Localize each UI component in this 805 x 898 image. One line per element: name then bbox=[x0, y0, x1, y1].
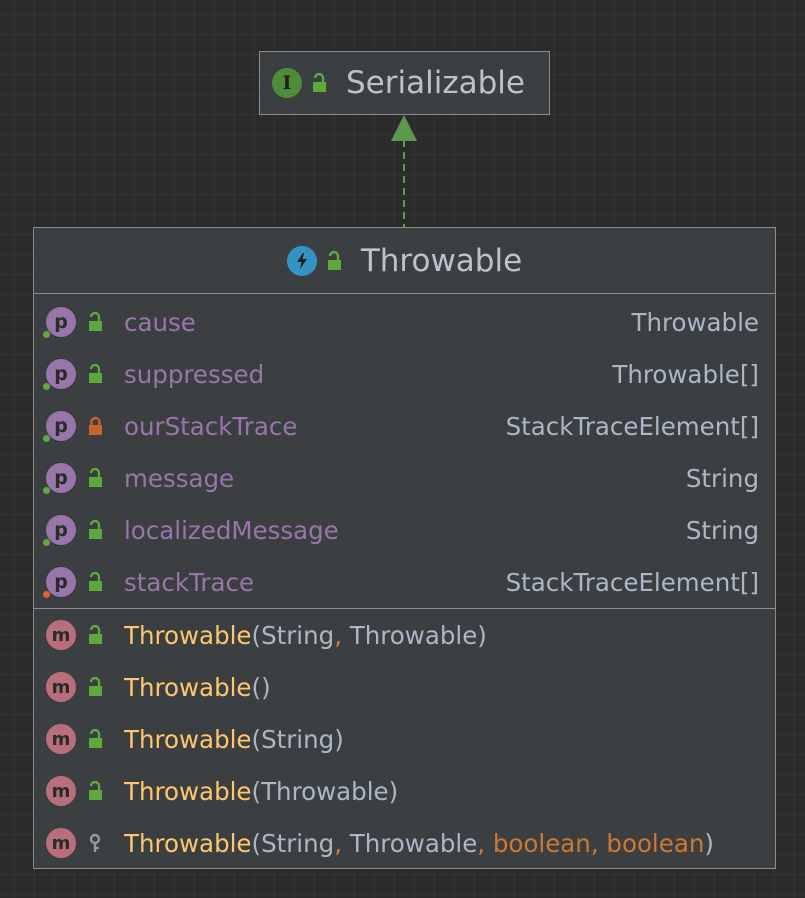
close-paren: ) bbox=[334, 724, 344, 754]
param-separator: , bbox=[477, 828, 493, 858]
open-paren: ( bbox=[251, 672, 262, 702]
lock-open-icon bbox=[86, 467, 104, 489]
param-separator: , bbox=[334, 828, 350, 858]
method-badge-icon: m bbox=[46, 776, 76, 806]
marker-dot-icon bbox=[43, 383, 50, 390]
lock-open-icon bbox=[86, 624, 104, 646]
param-separator: , bbox=[334, 620, 350, 650]
open-paren: ( bbox=[251, 724, 262, 754]
method-name: Throwable bbox=[124, 724, 252, 754]
lock-open-icon bbox=[86, 780, 104, 802]
param-separator: , bbox=[590, 828, 607, 858]
field-type: StackTraceElement[] bbox=[505, 411, 759, 441]
param-type: String bbox=[261, 620, 335, 650]
field-type: Throwable[] bbox=[612, 359, 759, 389]
field-type: String bbox=[685, 463, 759, 493]
method-row[interactable]: m Throwable() bbox=[34, 661, 775, 713]
method-badge-icon: m bbox=[46, 828, 76, 858]
field-row[interactable]: p localizedMessage String bbox=[34, 504, 775, 556]
close-paren: ) bbox=[477, 620, 487, 650]
lock-open-icon bbox=[310, 72, 328, 94]
lock-open-icon bbox=[86, 311, 104, 333]
field-type: StackTraceElement[] bbox=[505, 567, 759, 597]
lock-open-icon bbox=[325, 250, 343, 272]
implements-arrow-head bbox=[391, 115, 417, 141]
methods-section: m Throwable(String, Throwable) m Throwable(… bbox=[34, 609, 775, 869]
marker-dot-icon bbox=[43, 539, 50, 546]
close-paren: ) bbox=[388, 776, 399, 806]
field-row[interactable]: p message String bbox=[34, 452, 775, 504]
method-name: Throwable bbox=[124, 620, 252, 650]
lock-open-icon bbox=[86, 363, 104, 385]
method-badge-icon: m bbox=[46, 620, 76, 650]
param-type: Throwable bbox=[261, 776, 389, 806]
lock-open-icon bbox=[86, 519, 104, 541]
field-row[interactable]: p suppressed Throwable[] bbox=[34, 348, 775, 400]
method-name: Throwable bbox=[124, 776, 252, 806]
param-type: boolean bbox=[492, 828, 591, 858]
class-node-throwable[interactable]: Throwable p cause Throwable p suppressed Thro… bbox=[33, 227, 776, 869]
lock-open-icon bbox=[86, 571, 104, 593]
method-badge-icon: m bbox=[46, 672, 76, 702]
param-type: boolean bbox=[606, 828, 705, 858]
field-name: message bbox=[124, 463, 235, 493]
lock-closed-icon bbox=[86, 415, 104, 437]
close-paren: ) bbox=[261, 672, 271, 702]
marker-dot-icon bbox=[43, 591, 50, 598]
field-name: ourStackTrace bbox=[124, 411, 298, 441]
class-header: Throwable bbox=[34, 228, 775, 294]
interface-node-serializable[interactable]: I Serializable bbox=[259, 51, 550, 115]
property-badge-icon: p bbox=[43, 463, 76, 494]
field-name: stackTrace bbox=[124, 567, 255, 597]
param-type: String bbox=[261, 724, 335, 754]
interface-badge-icon: I bbox=[272, 68, 302, 98]
field-name: suppressed bbox=[124, 359, 265, 389]
method-row[interactable]: m Throwable(String) bbox=[34, 713, 775, 765]
method-row[interactable]: m Throwable(Throwable) bbox=[34, 765, 775, 817]
param-type: Throwable bbox=[349, 828, 478, 858]
property-badge-icon: p bbox=[43, 515, 76, 546]
class-name: Throwable bbox=[360, 242, 523, 279]
fields-section: p cause Throwable p suppressed Throwable[] p ou… bbox=[34, 294, 775, 609]
property-badge-icon: p bbox=[43, 567, 76, 598]
param-type: Throwable bbox=[349, 620, 478, 650]
method-badge-icon: m bbox=[46, 724, 76, 754]
marker-dot-icon bbox=[43, 331, 50, 338]
param-type: String bbox=[261, 828, 335, 858]
marker-dot-icon bbox=[43, 487, 50, 494]
field-type: Throwable bbox=[631, 307, 759, 337]
property-badge-icon: p bbox=[43, 359, 76, 390]
method-name: Throwable bbox=[124, 828, 252, 858]
open-paren: ( bbox=[251, 828, 262, 858]
open-paren: ( bbox=[251, 620, 262, 650]
abstract-class-bolt-icon bbox=[286, 245, 317, 276]
property-badge-icon: p bbox=[43, 307, 76, 338]
lock-open-icon bbox=[86, 728, 104, 750]
field-name: localizedMessage bbox=[124, 515, 339, 545]
field-row[interactable]: p stackTrace StackTraceElement[] bbox=[34, 556, 775, 608]
method-row[interactable]: m Throwable(String, Throwable) bbox=[34, 609, 775, 661]
open-paren: ( bbox=[251, 776, 262, 806]
method-row[interactable]: m Throwable(String, Throwable, boolean, b… bbox=[34, 817, 775, 869]
field-row[interactable]: p ourStackTrace StackTraceElement[] bbox=[34, 400, 775, 452]
property-badge-icon: p bbox=[43, 411, 76, 442]
field-row[interactable]: p cause Throwable bbox=[34, 296, 775, 348]
field-type: String bbox=[685, 515, 759, 545]
interface-name: Serializable bbox=[346, 65, 525, 101]
field-name: cause bbox=[124, 307, 196, 337]
method-name: Throwable bbox=[124, 672, 252, 702]
key-icon bbox=[86, 832, 104, 854]
close-paren: ) bbox=[704, 828, 714, 858]
lock-open-icon bbox=[86, 676, 104, 698]
marker-dot-icon bbox=[43, 435, 50, 442]
